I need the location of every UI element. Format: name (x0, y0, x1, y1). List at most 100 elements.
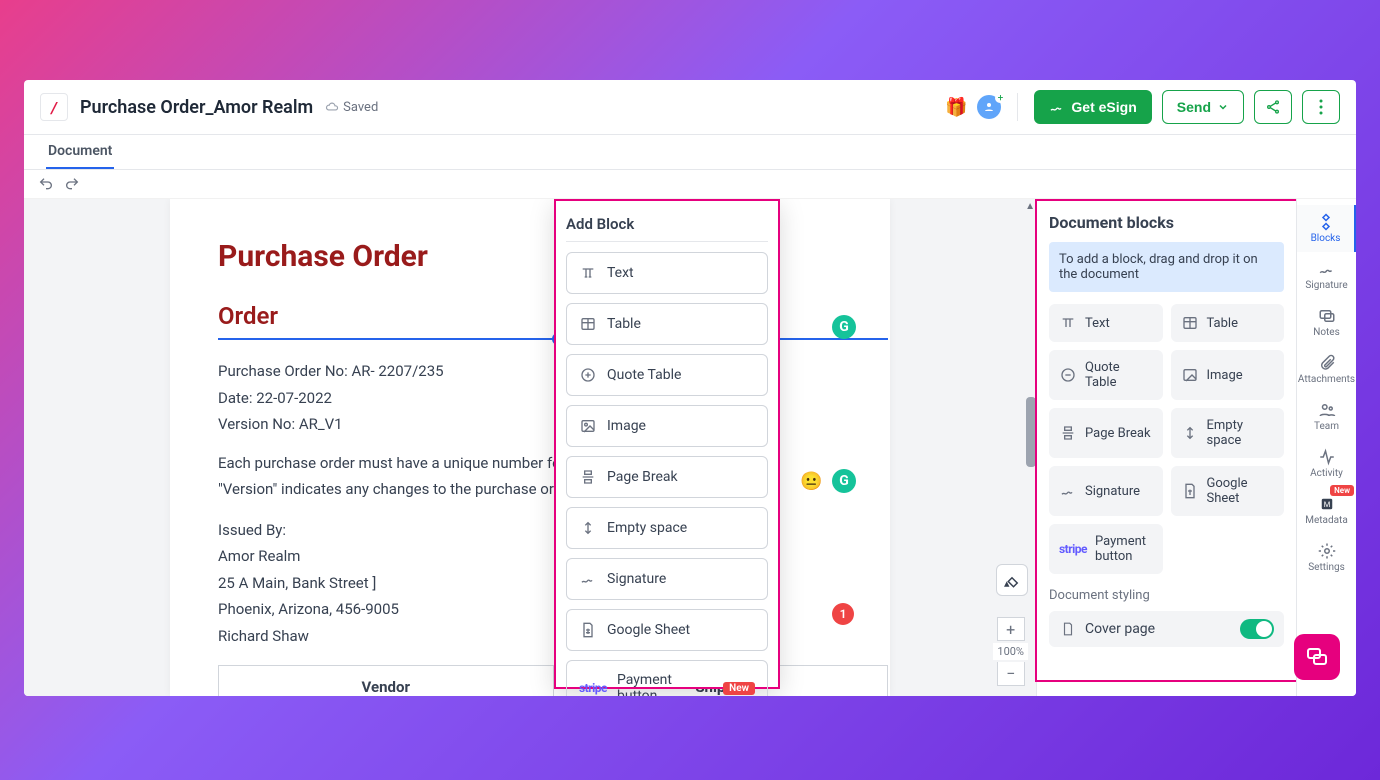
undo-button[interactable] (38, 176, 54, 192)
image-icon (579, 417, 597, 435)
google-sheet-icon (579, 621, 597, 639)
notes-icon (1318, 307, 1336, 325)
stripe-icon: stripe (1059, 542, 1087, 556)
panel-hint: To add a block, drag and drop it on the … (1049, 242, 1284, 292)
document-page[interactable]: Purchase Order Order Purchase Order No: … (170, 199, 890, 696)
add-user-button[interactable] (977, 95, 1001, 119)
rail-blocks[interactable]: Blocks (1297, 205, 1356, 252)
scroll-up-icon[interactable]: ▲ (1025, 201, 1035, 212)
app-window: / Purchase Order_Amor Realm Saved 🎁 Get … (24, 80, 1356, 696)
send-button[interactable]: Send (1162, 90, 1244, 124)
cover-page-toggle[interactable] (1240, 619, 1274, 639)
popup-item-page-break[interactable]: Page Break (566, 456, 768, 498)
rail-attachments[interactable]: Attachments (1297, 346, 1356, 393)
text-icon (579, 264, 597, 282)
svg-text:M: M (1323, 500, 1330, 509)
popup-item-table[interactable]: Table (566, 303, 768, 345)
signature-icon (1049, 99, 1065, 115)
block-quote-table[interactable]: Quote Table (1049, 350, 1163, 400)
grammarly-icon[interactable]: G (832, 315, 856, 339)
new-badge: New (1330, 485, 1354, 496)
chat-fab[interactable] (1294, 634, 1340, 680)
scrollbar-thumb[interactable] (1026, 397, 1036, 467)
empty-space-icon (1181, 424, 1199, 442)
rail-metadata[interactable]: New M Metadata (1297, 487, 1356, 534)
right-rail: Blocks Signature Notes Attachments Team … (1296, 199, 1356, 696)
styling-header: Document styling (1049, 588, 1284, 603)
paint-bucket-button[interactable] (996, 564, 1028, 596)
cloud-icon (325, 100, 339, 114)
popup-title: Add Block (566, 215, 768, 242)
title-bar-actions: 🎁 Get eSign Send (945, 90, 1340, 124)
zoom-controls: + 100% − (993, 617, 1028, 686)
page-break-icon (579, 468, 597, 486)
rail-activity[interactable]: Activity (1297, 440, 1356, 487)
document-canvas[interactable]: ▲ Purchase Order Order Purchase Order No… (24, 199, 1036, 696)
popup-item-signature[interactable]: Signature (566, 558, 768, 600)
rail-signature[interactable]: Signature (1297, 252, 1356, 299)
table-icon (579, 315, 597, 333)
history-toolbar (24, 170, 1356, 199)
gift-icon[interactable]: 🎁 (945, 97, 967, 118)
google-sheet-icon (1181, 482, 1199, 500)
popup-item-google-sheet[interactable]: Google Sheet (566, 609, 768, 651)
rail-notes[interactable]: Notes (1297, 299, 1356, 346)
share-button[interactable] (1254, 90, 1292, 124)
stripe-icon: stripe (579, 681, 607, 695)
page-break-icon (1059, 424, 1077, 442)
block-payment-button[interactable]: stripe Payment button (1049, 524, 1163, 574)
paperclip-icon (1318, 354, 1336, 372)
tabs: Document (24, 135, 1356, 170)
main-content: ▲ Purchase Order Order Purchase Order No… (24, 199, 1356, 696)
redo-button[interactable] (64, 176, 80, 192)
grammarly-icon[interactable]: G (832, 469, 856, 493)
th-vendor: Vendor (219, 666, 554, 697)
empty-space-icon (579, 519, 597, 537)
block-google-sheet[interactable]: Google Sheet (1171, 466, 1285, 516)
table-icon (1181, 314, 1199, 332)
block-table[interactable]: Table (1171, 304, 1285, 342)
page-icon (1059, 620, 1077, 638)
error-badge[interactable]: 1 (832, 603, 854, 625)
saved-status: Saved (325, 100, 378, 115)
rail-settings[interactable]: Settings (1297, 534, 1356, 581)
text-icon (1059, 314, 1077, 332)
zoom-in-button[interactable]: + (997, 617, 1025, 641)
block-signature[interactable]: Signature (1049, 466, 1163, 516)
zoom-out-button[interactable]: − (997, 662, 1025, 686)
rail-team[interactable]: Team (1297, 393, 1356, 440)
add-block-popup: Add Block Text Table Quote Table Image (554, 199, 780, 689)
divider (1017, 93, 1018, 121)
block-empty-space[interactable]: Empty space (1171, 408, 1285, 458)
signature-icon (1059, 482, 1077, 500)
new-badge: New (723, 682, 755, 695)
block-grid: Text Table Quote Table Image Page Break (1049, 304, 1284, 574)
popup-item-payment-button[interactable]: stripe Payment button New (566, 660, 768, 696)
tab-document[interactable]: Document (46, 135, 114, 169)
metadata-icon: M (1318, 495, 1336, 513)
emoji-neutral-icon[interactable]: 😐 (800, 471, 822, 492)
popup-item-image[interactable]: Image (566, 405, 768, 447)
activity-icon (1318, 448, 1336, 466)
block-page-break[interactable]: Page Break (1049, 408, 1163, 458)
team-icon (1318, 401, 1336, 419)
title-bar: / Purchase Order_Amor Realm Saved 🎁 Get … (24, 80, 1356, 135)
vendor-table[interactable]: Vendor Ship To (218, 665, 888, 696)
popup-item-quote-table[interactable]: Quote Table (566, 354, 768, 396)
blocks-panel: Document blocks To add a block, drag and… (1036, 199, 1296, 696)
quote-table-icon (1059, 366, 1077, 384)
more-menu-button[interactable] (1302, 90, 1340, 124)
block-image[interactable]: Image (1171, 350, 1285, 400)
zoom-level: 100% (993, 643, 1028, 660)
popup-item-text[interactable]: Text (566, 252, 768, 294)
gear-icon (1318, 542, 1336, 560)
get-esign-button[interactable]: Get eSign (1034, 90, 1151, 124)
block-text[interactable]: Text (1049, 304, 1163, 342)
blocks-icon (1317, 213, 1335, 231)
signature-icon (1318, 260, 1336, 278)
cover-page-row: Cover page (1049, 611, 1284, 647)
document-title: Purchase Order_Amor Realm (80, 97, 313, 118)
panel-title: Document blocks (1049, 213, 1284, 232)
popup-item-empty-space[interactable]: Empty space (566, 507, 768, 549)
app-logo: / (40, 93, 68, 121)
